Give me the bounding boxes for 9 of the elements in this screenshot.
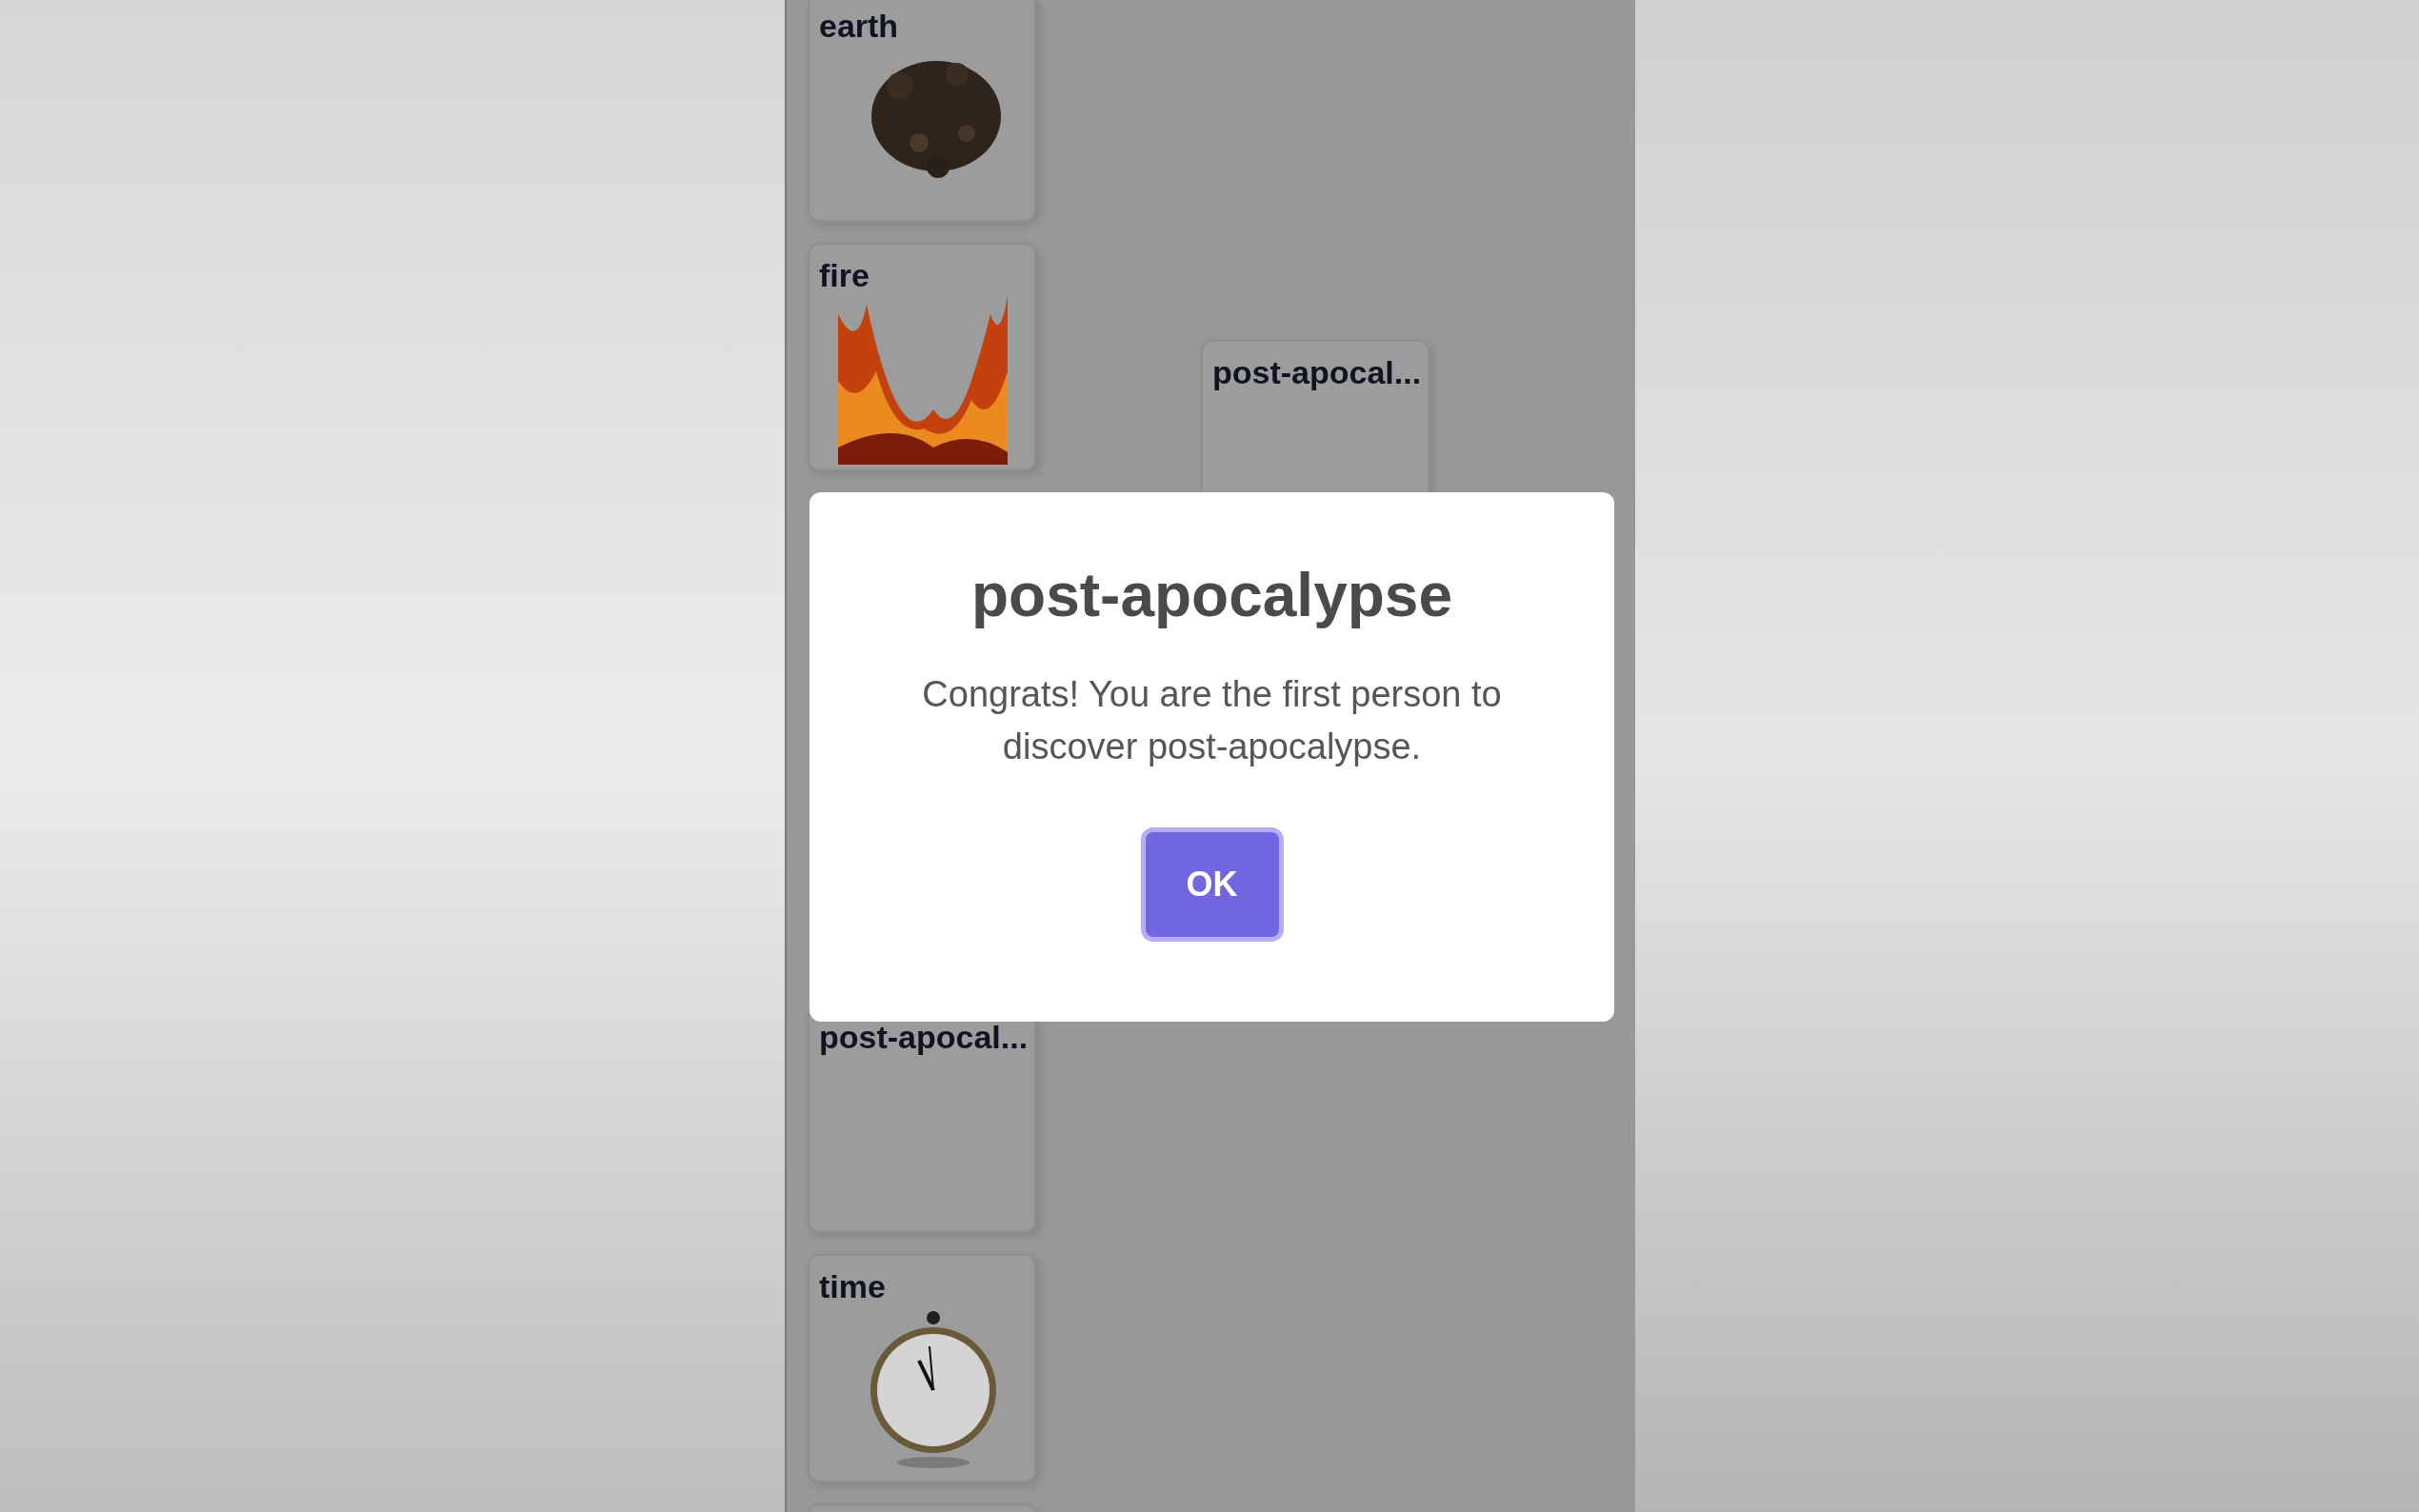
element-name: post-apocal... — [819, 1018, 1030, 1057]
element-name: fire — [819, 256, 870, 295]
dialog-message: Congrats! You are the first person to discover post-apocalypse. — [921, 672, 1503, 768]
element-card[interactable]: earth — [808, 0, 1036, 222]
element-name: time — [819, 1267, 887, 1306]
element-card[interactable]: time — [808, 1254, 1036, 1482]
element-name: post-apocal... — [1212, 353, 1423, 392]
element-name: earth — [819, 7, 900, 46]
element-card[interactable]: fire — [808, 243, 1036, 471]
